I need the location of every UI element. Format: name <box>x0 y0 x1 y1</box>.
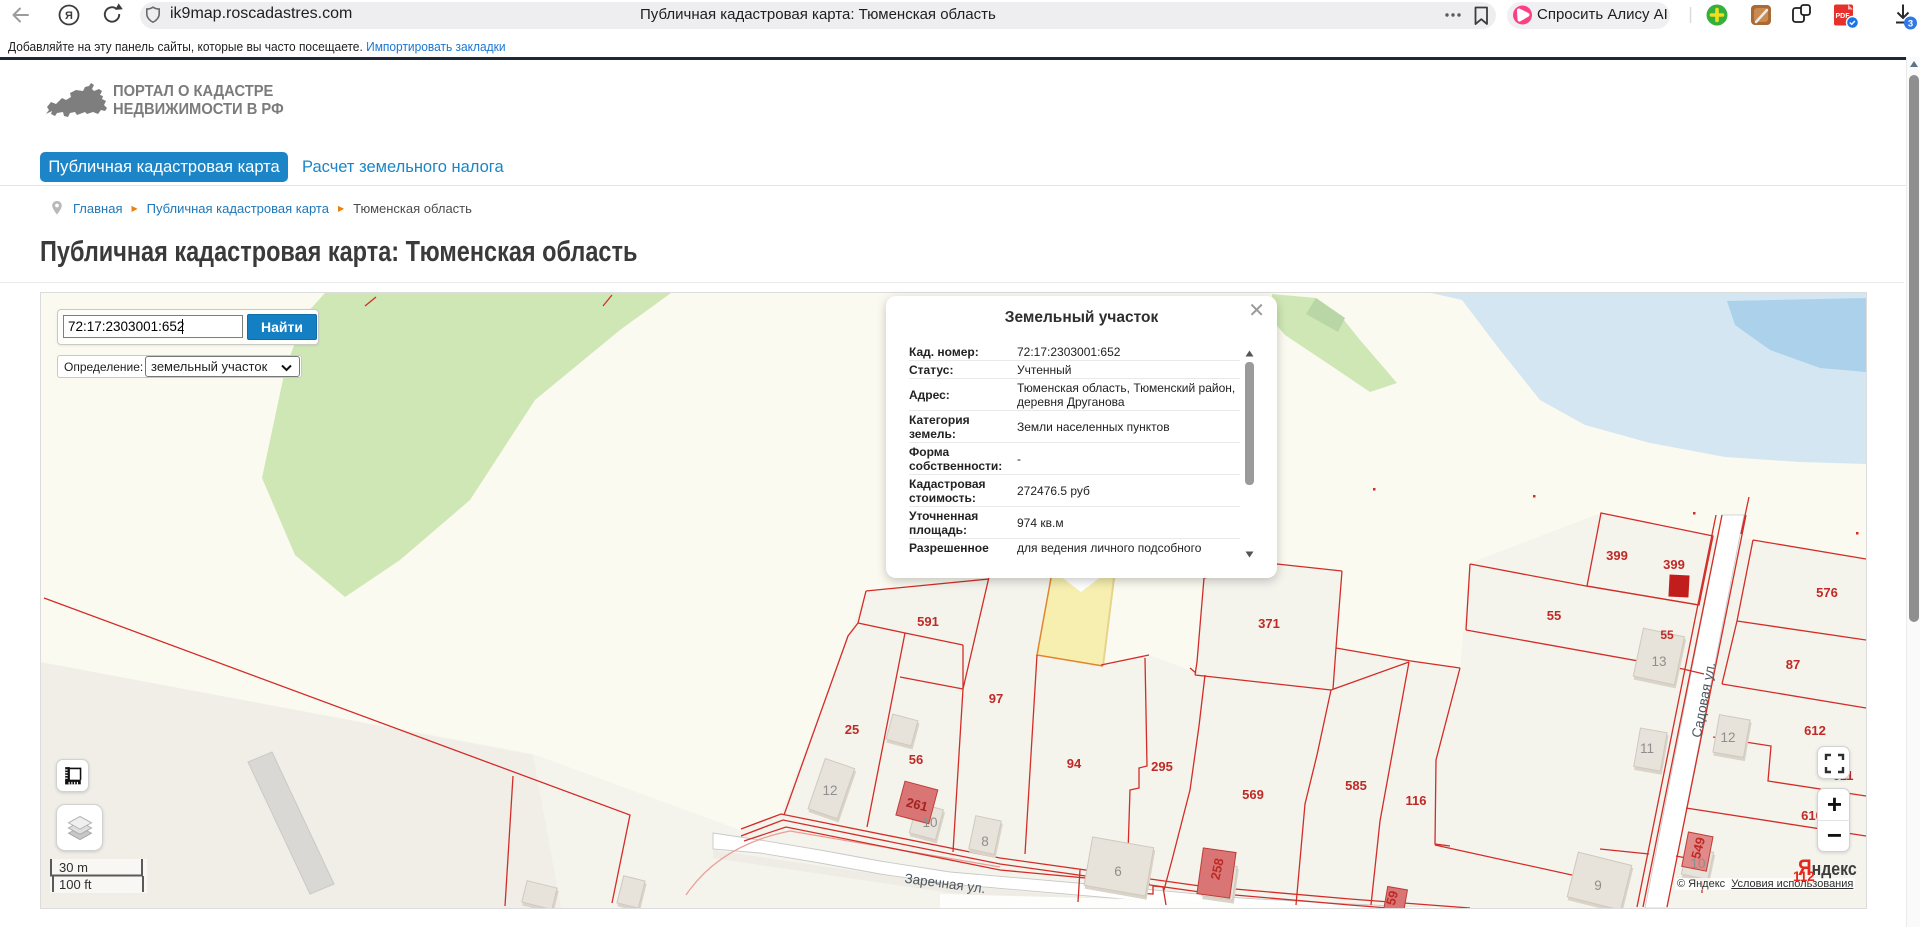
svg-text:55: 55 <box>1660 628 1674 642</box>
svg-text:13: 13 <box>1651 654 1666 669</box>
svg-text:55: 55 <box>1547 608 1561 623</box>
svg-text:371: 371 <box>1258 616 1280 631</box>
svg-text:9: 9 <box>1594 878 1602 893</box>
svg-text:3: 3 <box>1908 18 1913 29</box>
svg-text:12: 12 <box>822 783 837 798</box>
svg-text:612: 612 <box>1804 723 1826 738</box>
svg-text:94: 94 <box>1067 756 1082 771</box>
svg-text:Я: Я <box>65 10 73 22</box>
svg-text:10: 10 <box>922 815 937 830</box>
svg-text:12: 12 <box>1720 730 1735 745</box>
svg-text:87: 87 <box>1786 657 1800 672</box>
svg-text:399: 399 <box>1663 557 1685 572</box>
svg-text:56: 56 <box>909 752 923 767</box>
svg-text:569: 569 <box>1242 787 1264 802</box>
svg-text:25: 25 <box>845 722 859 737</box>
svg-text:295: 295 <box>1151 759 1173 774</box>
svg-text:585: 585 <box>1345 778 1367 793</box>
svg-text:30 m: 30 m <box>59 860 88 875</box>
svg-text:576: 576 <box>1816 585 1838 600</box>
svg-text:100 ft: 100 ft <box>59 877 92 892</box>
svg-text:8: 8 <box>981 834 989 849</box>
svg-text:399: 399 <box>1606 548 1628 563</box>
svg-text:11: 11 <box>1640 741 1654 756</box>
svg-text:116: 116 <box>1406 793 1427 808</box>
svg-text:6: 6 <box>1114 864 1122 879</box>
svg-text:97: 97 <box>989 691 1003 706</box>
svg-text:10: 10 <box>1690 856 1705 871</box>
svg-text:591: 591 <box>917 614 939 629</box>
